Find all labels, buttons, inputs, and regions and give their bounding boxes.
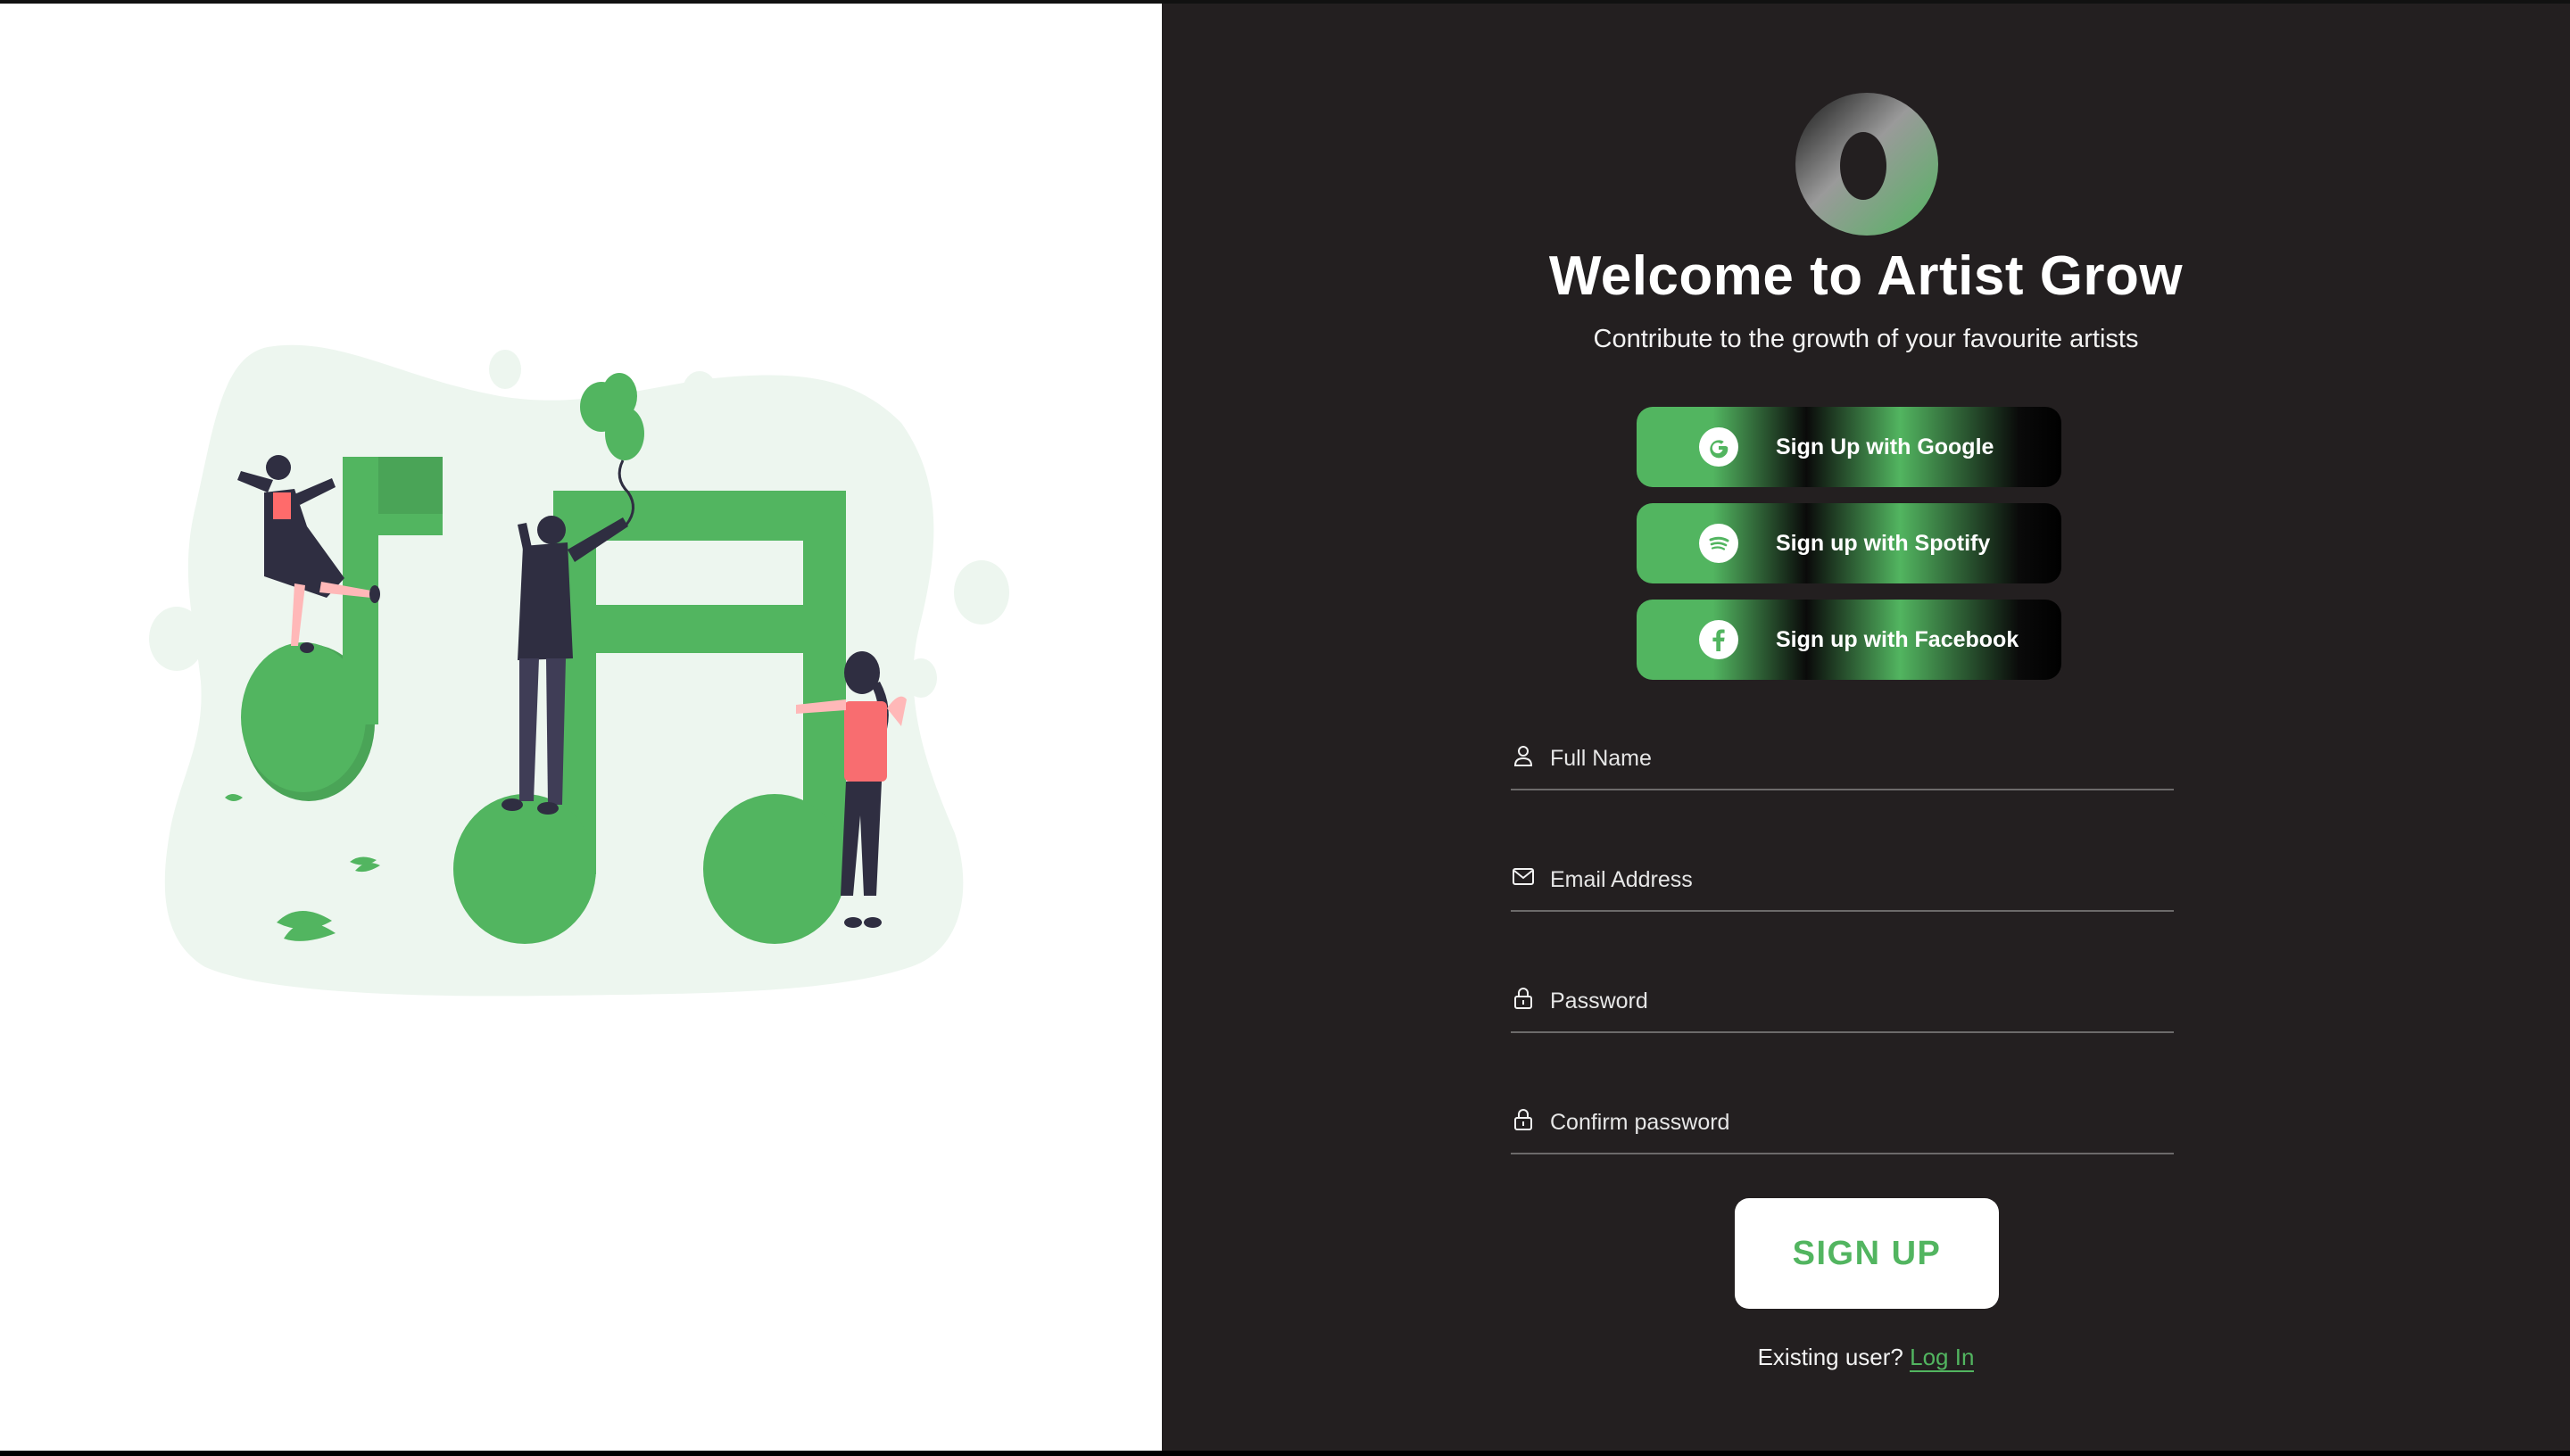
decor-bubble xyxy=(489,350,521,389)
email-input[interactable] xyxy=(1550,862,2166,898)
google-signup-label: Sign Up with Google xyxy=(1776,434,1994,459)
decor-bubble xyxy=(149,607,204,671)
illustration-panel xyxy=(0,4,1162,1451)
lock-icon xyxy=(1514,1109,1532,1130)
password-input[interactable] xyxy=(1550,983,2166,1019)
mail-icon xyxy=(1513,868,1534,885)
facebook-signup-button[interactable]: Sign up with Facebook xyxy=(1637,600,2061,680)
password-field xyxy=(1511,980,2174,1033)
page-title: Welcome to Artist Grow xyxy=(1548,245,2184,307)
google-icon xyxy=(1699,427,1738,467)
user-icon xyxy=(1513,746,1533,766)
signup-panel: Welcome to Artist Grow Contribute to the… xyxy=(1162,4,2570,1451)
existing-user-text: Existing user? xyxy=(1757,1344,1903,1370)
window-bottom-border xyxy=(0,1451,2570,1456)
artist-grow-logo-icon xyxy=(1795,93,1938,236)
existing-user-row: Existing user? Log In xyxy=(1162,1344,2570,1372)
login-link[interactable]: Log In xyxy=(1910,1344,1975,1372)
facebook-icon xyxy=(1699,620,1738,659)
sign-up-button[interactable]: SIGN UP xyxy=(1735,1198,1999,1309)
email-field xyxy=(1511,858,2174,912)
decor-bubble xyxy=(683,371,717,410)
decor-bubble xyxy=(954,560,1009,625)
page-subtitle: Contribute to the growth of your favouri… xyxy=(1593,325,2139,353)
spotify-signup-button[interactable]: Sign up with Spotify xyxy=(1637,503,2061,583)
spotify-signup-label: Sign up with Spotify xyxy=(1776,531,1991,556)
full-name-field xyxy=(1511,737,2174,790)
google-signup-button[interactable]: Sign Up with Google xyxy=(1637,407,2061,487)
music-notes-illustration xyxy=(149,344,1009,997)
confirm-password-input[interactable] xyxy=(1550,1104,2166,1140)
decor-bubble xyxy=(905,658,937,698)
spotify-icon xyxy=(1699,524,1738,563)
facebook-signup-label: Sign up with Facebook xyxy=(1776,627,2019,652)
lock-icon xyxy=(1514,988,1532,1009)
full-name-input[interactable] xyxy=(1550,740,2166,776)
confirm-password-field xyxy=(1511,1101,2174,1154)
